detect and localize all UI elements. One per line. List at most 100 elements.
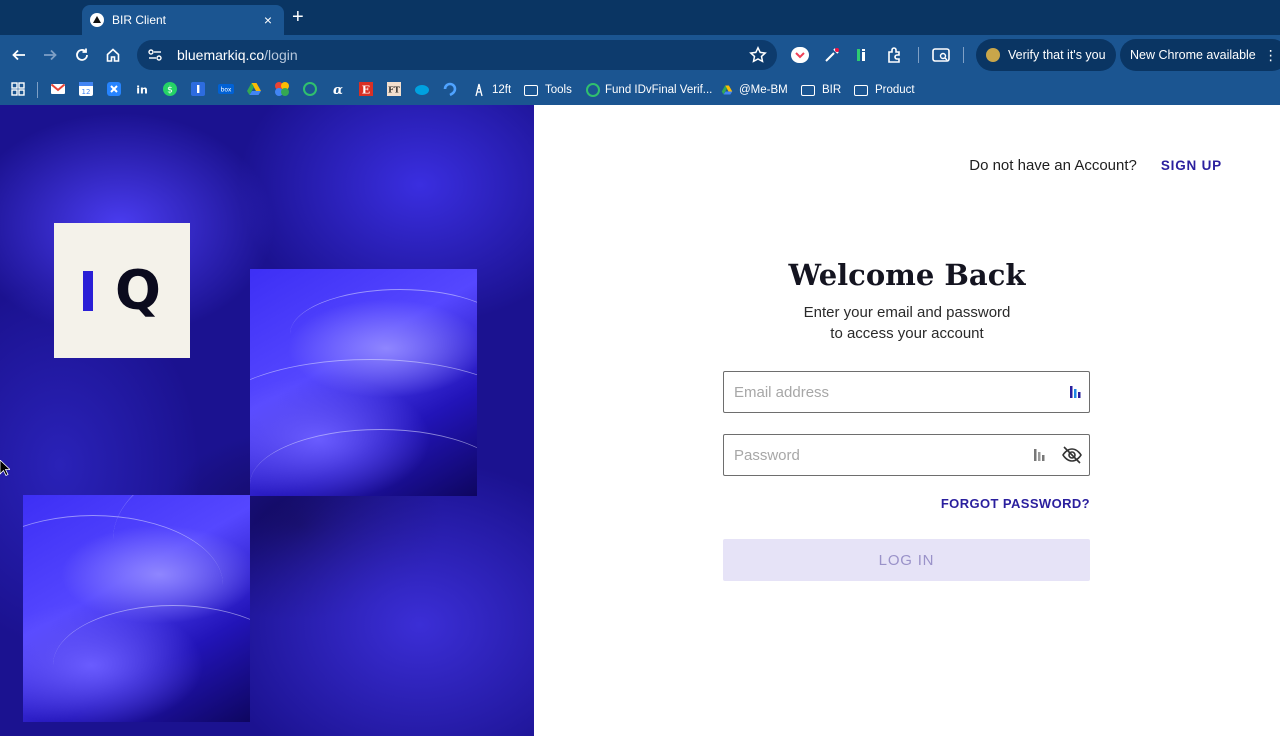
bars-extension-icon[interactable] bbox=[853, 45, 873, 65]
calendar-icon[interactable]: 12 bbox=[78, 81, 94, 97]
bookmark-me-bm[interactable]: @Me-BM bbox=[720, 81, 788, 99]
bookmark-12ft[interactable]: 12ft bbox=[472, 81, 511, 99]
tab-strip: BIR Client × + bbox=[0, 0, 1280, 35]
svg-text:E: E bbox=[362, 84, 370, 97]
jira-icon[interactable] bbox=[106, 81, 122, 97]
folder-icon bbox=[854, 84, 868, 96]
forgot-password-link[interactable]: FORGOT PASSWORD? bbox=[941, 496, 1090, 511]
site-settings-icon[interactable] bbox=[147, 47, 163, 63]
bookmark-divider bbox=[37, 82, 38, 98]
whatsapp-icon[interactable]: $ bbox=[162, 81, 178, 97]
reload-button[interactable] bbox=[70, 43, 94, 67]
signup-row: Do not have an Account? SIGN UP bbox=[969, 157, 1222, 174]
url-text: bluemarkiq.co/login bbox=[177, 47, 298, 63]
browser-chrome: BIR Client × + bluemarkiq.co/login Verif… bbox=[0, 0, 1280, 105]
verify-pill-label: Verify that it's you bbox=[1008, 48, 1106, 62]
email-input[interactable] bbox=[734, 383, 1069, 401]
svg-text:in: in bbox=[136, 84, 148, 97]
linkedin-icon[interactable]: in bbox=[134, 81, 150, 97]
box-icon[interactable]: box bbox=[218, 81, 234, 97]
bookmark-label: Product bbox=[875, 84, 915, 96]
kebab-menu-icon[interactable]: ⋮ bbox=[1264, 47, 1278, 64]
password-field bbox=[723, 434, 1090, 476]
subtitle-line: to access your account bbox=[830, 325, 984, 342]
alpha-icon[interactable]: α bbox=[330, 81, 346, 97]
url-host: bluemarkiq.co bbox=[177, 47, 265, 63]
profile-avatar-icon bbox=[986, 48, 1000, 62]
info-icon[interactable] bbox=[190, 81, 206, 97]
ft-icon[interactable]: FT bbox=[386, 81, 402, 97]
leaf-photo-tile bbox=[23, 495, 250, 722]
e-icon[interactable]: E bbox=[358, 81, 374, 97]
logo-letter-i bbox=[83, 270, 94, 311]
back-button[interactable] bbox=[7, 43, 31, 67]
bookmark-label: 12ft bbox=[492, 84, 512, 96]
folder-icon bbox=[801, 84, 815, 96]
gmail-icon[interactable] bbox=[50, 81, 66, 97]
leaf-photo-tile bbox=[250, 269, 477, 496]
pocket-icon[interactable] bbox=[790, 45, 810, 65]
toolbar-divider bbox=[918, 47, 919, 63]
toolbar-divider bbox=[963, 47, 964, 63]
new-tab-button[interactable]: + bbox=[292, 7, 304, 27]
eye-slash-icon[interactable] bbox=[1061, 444, 1083, 466]
browser-toolbar: bluemarkiq.co/login Verify that it's you… bbox=[0, 35, 1280, 75]
password-input[interactable] bbox=[734, 446, 1033, 464]
eyedropper-icon[interactable] bbox=[822, 45, 842, 65]
logo-letter-q: Q bbox=[115, 258, 161, 322]
update-pill-label: New Chrome available bbox=[1130, 48, 1256, 62]
extensions-puzzle-icon[interactable] bbox=[885, 45, 905, 65]
svg-text:$: $ bbox=[167, 86, 173, 96]
login-panel: Do not have an Account? SIGN UP Welcome … bbox=[534, 105, 1280, 736]
circle-icon[interactable] bbox=[302, 81, 318, 97]
login-button[interactable]: LOG IN bbox=[723, 539, 1090, 581]
arrow-left-icon bbox=[12, 49, 25, 61]
drive-icon bbox=[721, 85, 733, 95]
password-manager-icon[interactable] bbox=[1033, 448, 1045, 462]
reload-icon bbox=[76, 48, 88, 61]
svg-text:box: box bbox=[221, 87, 232, 94]
signup-prompt: Do not have an Account? bbox=[969, 157, 1137, 174]
photos-icon[interactable] bbox=[274, 81, 290, 97]
url-path: /login bbox=[264, 47, 298, 63]
tab-title: BIR Client bbox=[112, 13, 167, 27]
bookmark-label: Tools bbox=[545, 84, 572, 96]
ladder-icon bbox=[475, 83, 483, 97]
page-title: Welcome Back bbox=[788, 258, 1026, 292]
bookmark-label: BIR bbox=[822, 84, 842, 96]
page-subtitle: Enter your email and password to access … bbox=[534, 302, 1280, 344]
close-tab-icon[interactable]: × bbox=[260, 12, 276, 28]
address-bar[interactable]: bluemarkiq.co/login bbox=[137, 40, 777, 70]
svg-text:α: α bbox=[333, 83, 343, 97]
swirl-icon[interactable] bbox=[442, 81, 458, 97]
subtitle-line: Enter your email and password bbox=[803, 304, 1011, 321]
search-tabs-icon[interactable] bbox=[931, 45, 951, 65]
bookmark-folder-bir[interactable]: BIR bbox=[801, 81, 841, 99]
bookmark-folder-tools[interactable]: Tools bbox=[524, 81, 572, 99]
salesforce-icon[interactable] bbox=[414, 81, 430, 97]
home-icon bbox=[106, 48, 120, 62]
drive-icon[interactable] bbox=[246, 81, 262, 97]
password-manager-icon[interactable] bbox=[1069, 385, 1081, 399]
signup-link[interactable]: SIGN UP bbox=[1161, 158, 1222, 173]
hero-image-panel: Q bbox=[0, 105, 534, 736]
tab-bir-client[interactable]: BIR Client × bbox=[82, 5, 284, 35]
bluemark-iq-logo: Q bbox=[54, 223, 190, 358]
bookmark-star-icon[interactable] bbox=[749, 46, 767, 64]
bookmarks-bar: 12 in $ box α E FT 12ft Tools Fund IDvFi… bbox=[0, 75, 1280, 105]
verify-identity-pill[interactable]: Verify that it's you bbox=[976, 39, 1116, 71]
forward-button[interactable] bbox=[38, 43, 62, 67]
folder-icon bbox=[524, 84, 538, 96]
bookmark-fund-idv[interactable]: Fund IDvFinal Verif... bbox=[586, 81, 712, 99]
mouse-cursor-icon bbox=[0, 460, 10, 476]
bookmark-label: Fund IDvFinal Verif... bbox=[605, 84, 713, 96]
apps-grid-icon[interactable] bbox=[10, 81, 26, 97]
triangle-favicon-icon bbox=[90, 13, 104, 27]
arrow-right-icon bbox=[44, 49, 57, 61]
bookmark-label: @Me-BM bbox=[739, 84, 788, 96]
svg-text:FT: FT bbox=[388, 85, 400, 95]
bookmark-folder-product[interactable]: Product bbox=[854, 81, 915, 99]
circle-icon bbox=[586, 83, 600, 97]
new-chrome-pill[interactable]: New Chrome available ⋮ bbox=[1120, 39, 1280, 71]
home-button[interactable] bbox=[101, 43, 125, 67]
